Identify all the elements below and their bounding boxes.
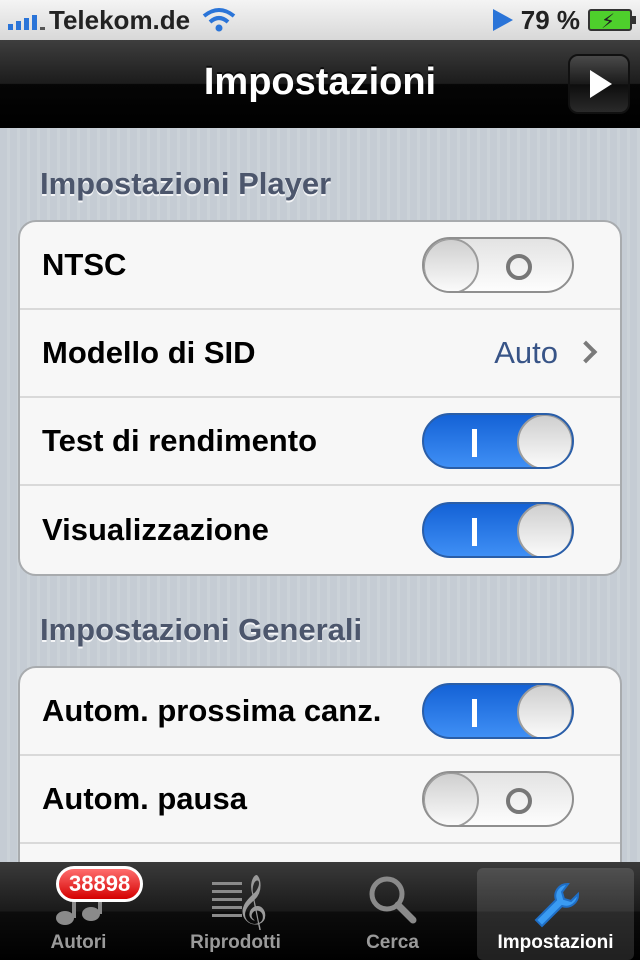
setting-row-benchmark[interactable]: Test di rendimento xyxy=(20,398,620,486)
sid-model-value: Auto xyxy=(494,335,558,370)
status-bar: Telekom.de 79 % ⚡ xyxy=(0,0,640,40)
autori-badge: 38898 xyxy=(56,866,144,902)
tab-label: Autori xyxy=(50,932,107,953)
auto-pause-toggle[interactable] xyxy=(422,771,574,827)
tab-cerca[interactable]: Cerca xyxy=(314,862,471,960)
tab-label: Impostazioni xyxy=(497,932,614,953)
setting-row-visualization[interactable]: Visualizzazione xyxy=(20,486,620,574)
auto-next-toggle[interactable] xyxy=(422,683,574,739)
setting-row-partial[interactable] xyxy=(20,844,620,862)
svg-text:𝄞: 𝄞 xyxy=(236,874,266,930)
chevron-right-icon xyxy=(574,340,598,364)
battery-charging-icon: ⚡ xyxy=(588,9,636,33)
setting-label: Test di rendimento xyxy=(42,423,318,458)
page-title: Impostazioni xyxy=(203,61,437,103)
tab-label: Riprodotti xyxy=(190,932,281,953)
visualization-toggle[interactable] xyxy=(422,502,574,558)
play-icon xyxy=(590,70,612,98)
tab-autori[interactable]: 38898 Autori xyxy=(0,862,157,960)
tab-riprodotti[interactable]: 𝄞 Riprodotti xyxy=(157,862,314,960)
general-settings-group: Autom. prossima canz. Autom. pausa xyxy=(18,666,622,862)
player-settings-group: NTSC Modello di SID Auto Test di rendime… xyxy=(18,220,622,576)
location-arrow-icon xyxy=(492,9,513,31)
setting-row-ntsc[interactable]: NTSC xyxy=(20,222,620,310)
setting-row-auto-pause[interactable]: Autom. pausa xyxy=(20,756,620,844)
wifi-icon xyxy=(202,8,236,32)
setting-row-auto-next[interactable]: Autom. prossima canz. xyxy=(20,668,620,756)
magnifier-icon xyxy=(369,876,416,924)
setting-label: Modello di SID xyxy=(42,335,256,370)
battery-percentage: 79 % xyxy=(520,4,580,35)
treble-clef-icon: 𝄞 xyxy=(211,874,266,930)
wrench-icon xyxy=(534,883,579,928)
tab-bar: 38898 Autori 𝄞 Riprodotti Cerca Impostaz… xyxy=(0,862,640,960)
navigation-bar: Impostazioni xyxy=(0,40,640,128)
settings-content[interactable]: Impostazioni Player NTSC Modello di SID … xyxy=(0,128,640,862)
setting-label: Autom. prossima canz. xyxy=(42,693,382,728)
signal-strength-icon xyxy=(8,10,45,30)
setting-label: NTSC xyxy=(42,247,127,282)
benchmark-toggle[interactable] xyxy=(422,413,574,469)
section-header-player: Impostazioni Player xyxy=(40,166,332,201)
setting-label: Autom. pausa xyxy=(42,781,247,816)
setting-label: Visualizzazione xyxy=(42,512,269,547)
setting-row-sid-model[interactable]: Modello di SID Auto xyxy=(20,310,620,398)
section-header-general: Impostazioni Generali xyxy=(40,612,363,647)
ntsc-toggle[interactable] xyxy=(422,237,574,293)
now-playing-button[interactable] xyxy=(568,54,630,114)
carrier-name: Telekom.de xyxy=(49,4,191,35)
tab-impostazioni[interactable]: Impostazioni xyxy=(477,868,634,960)
tab-label: Cerca xyxy=(366,932,419,953)
